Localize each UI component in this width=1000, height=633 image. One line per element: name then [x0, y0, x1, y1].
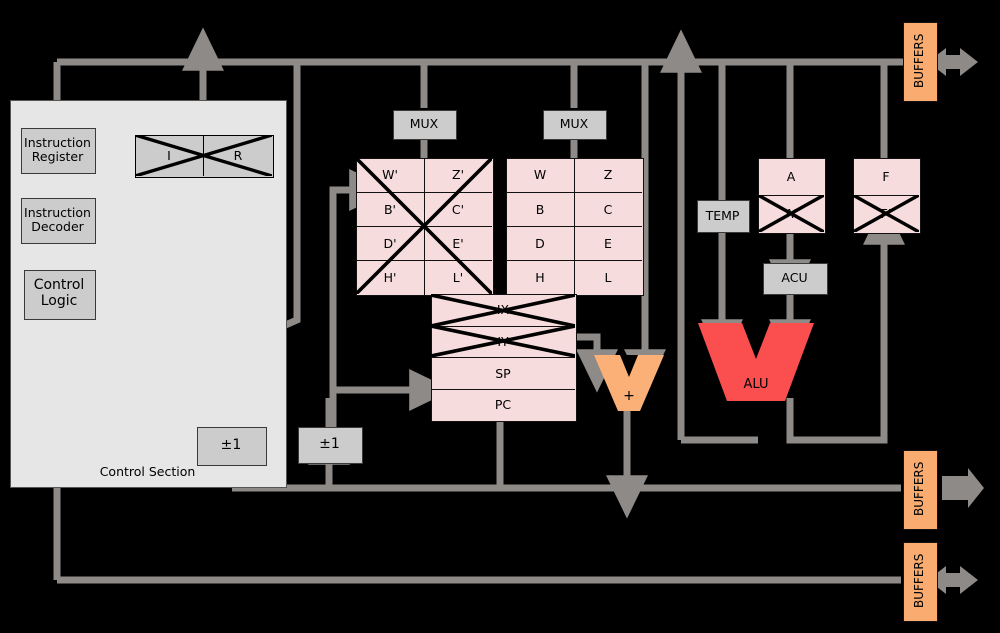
main-register-cell-right: L — [604, 270, 612, 285]
acu — [763, 263, 828, 295]
bus-into-shadow-regs — [329, 169, 393, 215]
address-incdec — [298, 427, 363, 464]
main-register-rows: WZBCDEHL — [506, 158, 642, 295]
arrow-buffer-address-out — [942, 468, 984, 508]
control-incdec — [197, 427, 267, 466]
main-register-row: WZ — [506, 158, 642, 192]
bus-pointers-to-adder — [575, 333, 618, 393]
main-register-cell-left: D — [535, 236, 545, 251]
cpu-block-diagram: Control Section Instruction Register Ins… — [0, 0, 1000, 633]
pointer-register-crossout — [431, 294, 575, 357]
main-register-cell-left: W — [533, 167, 547, 182]
main-register-cell-divider — [574, 261, 576, 295]
main-register-row: DE — [506, 226, 642, 261]
main-register-row: BC — [506, 192, 642, 227]
main-register-cell-divider — [574, 158, 576, 192]
flags-shadow-crossout — [853, 195, 919, 232]
pointer-register-cell: PC — [431, 388, 575, 422]
main-register-cell-right: E — [604, 236, 612, 251]
alu — [698, 323, 814, 401]
main-register-row: HL — [506, 260, 642, 295]
temp-register — [697, 200, 750, 233]
accumulator-shadow-crossout — [758, 195, 824, 232]
instruction-register — [21, 128, 96, 174]
main-register-cell-left: H — [535, 270, 545, 285]
control-logic — [24, 270, 96, 320]
main-register-cell-right: Z — [603, 167, 613, 182]
shadow-register-crossout — [356, 158, 492, 294]
buffer-address — [903, 450, 938, 530]
main-register-cell-left: B — [535, 202, 545, 217]
main-register-cell-divider — [574, 193, 576, 227]
address-adder — [594, 355, 664, 411]
mux-shadow — [393, 110, 457, 140]
buffer-control — [903, 542, 938, 622]
pointer-register-cell: SP — [431, 357, 575, 390]
mux-main — [543, 110, 607, 140]
instruction-decoder — [21, 198, 96, 244]
main-register-cell-right: C — [603, 202, 613, 217]
buffer-data — [903, 22, 938, 102]
i-r-register-crossout — [135, 135, 272, 176]
main-register-cell-divider — [574, 227, 576, 261]
